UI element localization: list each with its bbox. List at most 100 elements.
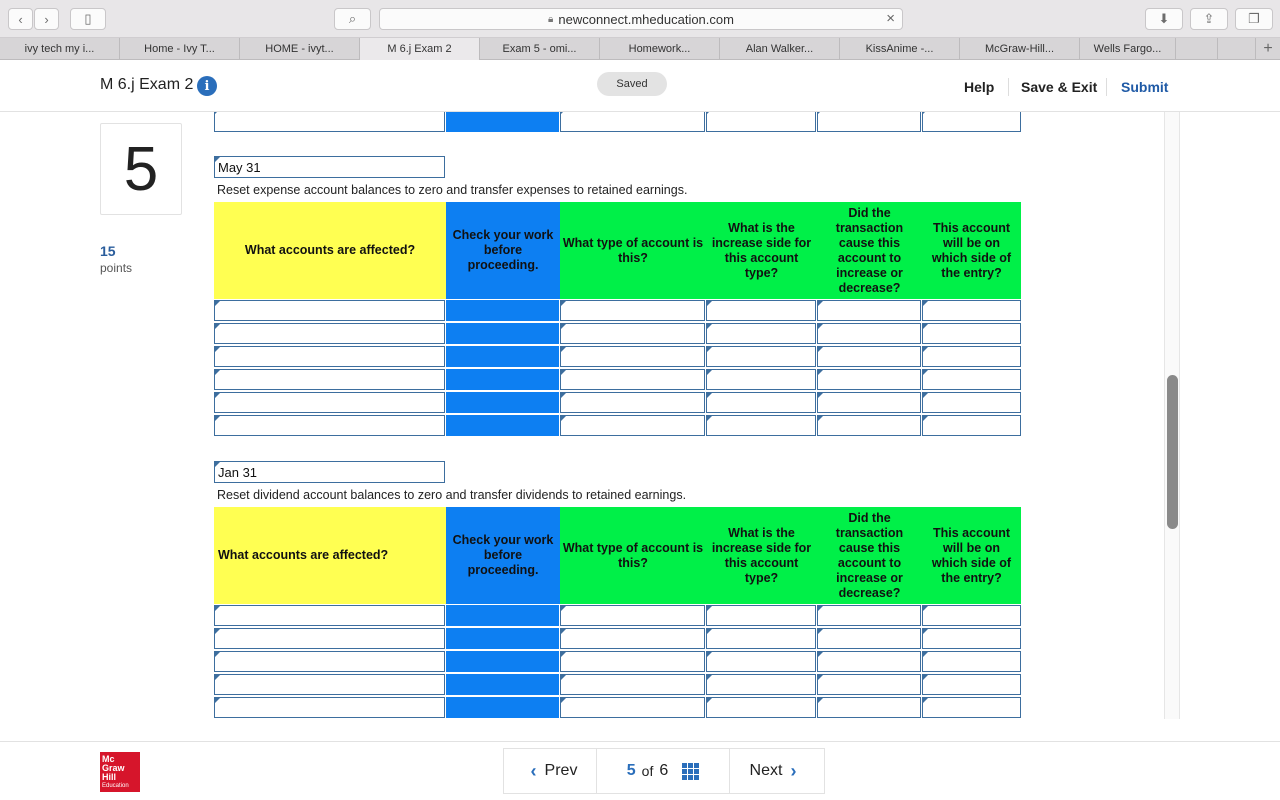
dropdown-marker-icon	[707, 629, 712, 634]
table-row-increase-decrease-input[interactable]	[817, 323, 921, 344]
table-row-affected-accounts-input[interactable]	[214, 300, 445, 321]
table-row-increase-side-input[interactable]	[706, 346, 816, 367]
table-row-entry-side-input[interactable]	[922, 346, 1021, 367]
table-row-increase-side-input[interactable]	[706, 605, 816, 626]
instruction-text: Reset expense account balances to zero a…	[217, 183, 688, 197]
date-input[interactable]: Jan 31	[214, 461, 445, 483]
table-row-increase-decrease-input[interactable]	[817, 628, 921, 649]
forward-icon[interactable]: ›	[34, 8, 59, 30]
date-input[interactable]: May 31	[214, 156, 445, 178]
table-row-affected-accounts-input[interactable]	[214, 697, 445, 718]
table-row-increase-decrease-input[interactable]	[817, 346, 921, 367]
table-row-increase-side-input[interactable]	[706, 392, 816, 413]
tab-ivy-tech[interactable]: ivy tech my i...	[0, 38, 120, 60]
table-row-increase-decrease-input[interactable]	[817, 697, 921, 718]
table-row-entry-side-input[interactable]	[922, 628, 1021, 649]
table-row-account-type-input[interactable]	[560, 651, 705, 672]
table-row-entry-side-input[interactable]	[922, 674, 1021, 695]
tabs-overview-icon[interactable]: ❐	[1235, 8, 1273, 30]
table-row-account-type-input[interactable]	[560, 300, 705, 321]
table-row-account-type-input[interactable]	[560, 369, 705, 390]
table-row-affected-accounts-input[interactable]	[214, 346, 445, 367]
dropdown-marker-icon	[215, 698, 220, 703]
close-icon[interactable]: ×	[886, 10, 895, 27]
table-row-increase-decrease-input[interactable]	[817, 392, 921, 413]
dropdown-marker-icon	[561, 652, 566, 657]
next-button[interactable]: Next ›	[730, 749, 824, 793]
search-icon[interactable]: ⌕	[334, 8, 371, 30]
table-row-increase-side-input[interactable]	[706, 697, 816, 718]
table-row-increase-decrease-input[interactable]	[817, 415, 921, 436]
table-row-increase-side-input[interactable]	[706, 369, 816, 390]
tab-mcgraw-hill[interactable]: McGraw-Hill...	[960, 38, 1080, 60]
table-row-increase-decrease-input[interactable]	[817, 605, 921, 626]
share-icon[interactable]: ⇪	[1190, 8, 1228, 30]
table-row-increase-side-input[interactable]	[706, 628, 816, 649]
table-row-affected-accounts-input[interactable]	[214, 323, 445, 344]
table-row-increase-decrease-input[interactable]	[817, 369, 921, 390]
submit-button[interactable]: Submit	[1121, 79, 1168, 95]
table-row-affected-accounts-input[interactable]	[214, 628, 445, 649]
table-row-increase-decrease-input[interactable]	[817, 651, 921, 672]
table-row-affected-accounts-input[interactable]	[214, 112, 445, 132]
column-header-check-work: Check your work before proceeding.	[446, 202, 560, 299]
sidebar-icon[interactable]: ▯	[70, 8, 106, 30]
table-row-increase-side-input[interactable]	[706, 323, 816, 344]
table-row-entry-side-input[interactable]	[922, 300, 1021, 321]
table-row-entry-side-input[interactable]	[922, 323, 1021, 344]
table-row-account-type-input[interactable]	[560, 415, 705, 436]
new-tab-icon[interactable]: +	[1256, 38, 1280, 60]
table-row-entry-side-input[interactable]	[922, 392, 1021, 413]
table-row-check-work-cell	[446, 112, 559, 132]
tab-overflow-2[interactable]	[1218, 38, 1256, 60]
table-row-increase-side-input[interactable]	[706, 651, 816, 672]
url-bar[interactable]: 🔒︎ newconnect.mheducation.com ×	[379, 8, 903, 30]
table-row-affected-accounts-input[interactable]	[214, 651, 445, 672]
table-row-account-type-input[interactable]	[560, 346, 705, 367]
grid-icon[interactable]	[682, 762, 700, 780]
table-row-increase-side-input[interactable]	[706, 300, 816, 321]
table-row-increase-side-input[interactable]	[706, 112, 816, 132]
table-row-account-type-input[interactable]	[560, 697, 705, 718]
tab-kissanime[interactable]: KissAnime -...	[840, 38, 960, 60]
table-row-increase-side-input[interactable]	[706, 415, 816, 436]
table-row-entry-side-input[interactable]	[922, 605, 1021, 626]
table-row-increase-decrease-input[interactable]	[817, 300, 921, 321]
table-row-entry-side-input[interactable]	[922, 697, 1021, 718]
table-row-account-type-input[interactable]	[560, 605, 705, 626]
tab-homework[interactable]: Homework...	[600, 38, 720, 60]
table-row-account-type-input[interactable]	[560, 323, 705, 344]
back-icon[interactable]: ‹	[8, 8, 33, 30]
scrollbar-thumb[interactable]	[1167, 375, 1178, 529]
tab-exam-5[interactable]: Exam 5 - omi...	[480, 38, 600, 60]
tab-overflow-1[interactable]	[1176, 38, 1218, 60]
table-row-affected-accounts-input[interactable]	[214, 674, 445, 695]
table-row-entry-side-input[interactable]	[922, 112, 1021, 132]
table-row-increase-side-input[interactable]	[706, 674, 816, 695]
table-row-account-type-input[interactable]	[560, 628, 705, 649]
table-row-increase-decrease-input[interactable]	[817, 112, 921, 132]
download-icon[interactable]: ⬇	[1145, 8, 1183, 30]
tab-wells-fargo[interactable]: Wells Fargo...	[1080, 38, 1176, 60]
tab-exam-2[interactable]: M 6.j Exam 2	[360, 38, 480, 60]
table-row-affected-accounts-input[interactable]	[214, 392, 445, 413]
prev-button[interactable]: ‹ Prev	[504, 749, 596, 793]
table-row-check-work-cell	[446, 346, 559, 367]
table-row-affected-accounts-input[interactable]	[214, 415, 445, 436]
info-icon[interactable]: i	[197, 76, 217, 96]
table-row-entry-side-input[interactable]	[922, 369, 1021, 390]
tab-alan-walker[interactable]: Alan Walker...	[720, 38, 840, 60]
tab-home-ivyt[interactable]: HOME - ivyt...	[240, 38, 360, 60]
table-row-affected-accounts-input[interactable]	[214, 369, 445, 390]
page-indicator[interactable]: 5 of 6	[596, 749, 730, 793]
save-exit-button[interactable]: Save & Exit	[1021, 79, 1097, 95]
help-button[interactable]: Help	[964, 79, 994, 95]
table-row-account-type-input[interactable]	[560, 392, 705, 413]
table-row-account-type-input[interactable]	[560, 674, 705, 695]
tab-home-ivy[interactable]: Home - Ivy T...	[120, 38, 240, 60]
table-row-increase-decrease-input[interactable]	[817, 674, 921, 695]
table-row-account-type-input[interactable]	[560, 112, 705, 132]
table-row-entry-side-input[interactable]	[922, 651, 1021, 672]
table-row-entry-side-input[interactable]	[922, 415, 1021, 436]
table-row-affected-accounts-input[interactable]	[214, 605, 445, 626]
